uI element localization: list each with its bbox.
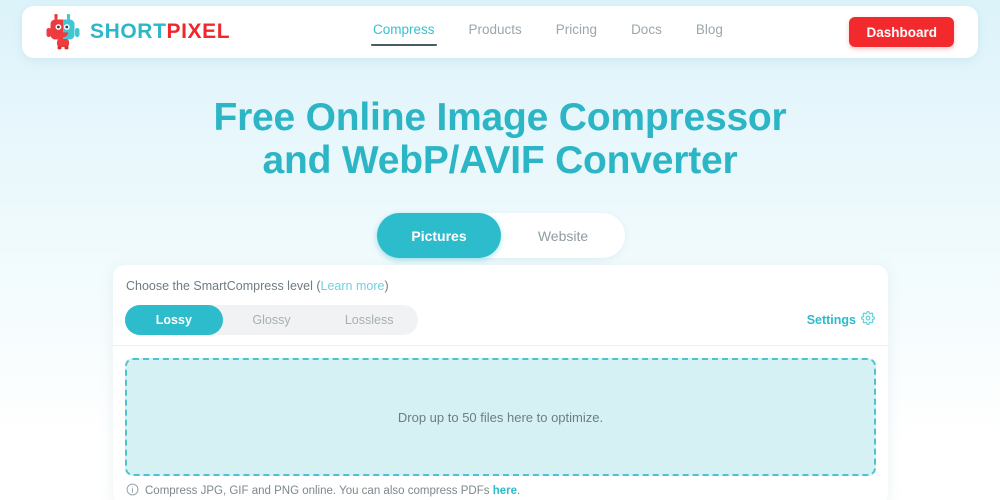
settings-label: Settings <box>806 312 856 327</box>
page-title-line-2: and WebP/AVIF Converter <box>262 139 738 182</box>
main-navigation: Compress Products Pricing Docs Blog <box>371 6 725 58</box>
nav-item-docs[interactable]: Docs <box>629 18 664 46</box>
panel-divider <box>113 345 888 346</box>
info-icon <box>126 483 139 499</box>
file-dropzone[interactable]: Drop up to 50 files here to optimize. <box>125 358 876 476</box>
settings-button[interactable]: Settings <box>807 311 875 328</box>
compress-pdf-link[interactable]: here <box>493 485 517 497</box>
shortpixel-robot-logo-icon <box>46 13 80 50</box>
learn-more-link[interactable]: Learn more <box>321 279 385 293</box>
smartcompress-label: Choose the SmartCompress level (Learn mo… <box>126 279 389 293</box>
dashboard-button[interactable]: Dashboard <box>849 17 954 47</box>
mode-toggle: Pictures Website <box>377 213 625 258</box>
compression-level-tabs: Lossy Glossy Lossless <box>125 305 418 335</box>
page-title: Free Online Image Compressor and WebP/AV… <box>0 96 1000 182</box>
footer-note-prefix: Compress JPG, GIF and PNG online. You ca… <box>145 485 493 497</box>
dropzone-label: Drop up to 50 files here to optimize. <box>397 409 604 425</box>
nav-item-blog[interactable]: Blog <box>694 18 725 46</box>
logo-wordmark: SHORTPIXEL <box>90 20 230 44</box>
level-option-lossy[interactable]: Lossy <box>125 305 223 335</box>
logo-text-short: SHORT <box>90 20 167 43</box>
level-option-lossless[interactable]: Lossless <box>320 305 418 335</box>
tab-pictures[interactable]: Pictures <box>377 213 501 258</box>
smartcompress-label-suffix: ) <box>384 279 389 293</box>
footer-note-suffix: . <box>517 485 521 497</box>
footer-note-text: Compress JPG, GIF and PNG online. You ca… <box>145 485 520 497</box>
compress-panel: Choose the SmartCompress level (Learn mo… <box>113 265 888 500</box>
nav-item-compress[interactable]: Compress <box>371 18 437 46</box>
site-header: SHORTPIXEL Compress Products Pricing Doc… <box>22 6 978 58</box>
smartcompress-label-prefix: Choose the SmartCompress level ( <box>126 279 321 293</box>
logo-link[interactable]: SHORTPIXEL <box>46 13 230 50</box>
page-title-line-1: Free Online Image Compressor <box>213 96 787 139</box>
nav-item-pricing[interactable]: Pricing <box>554 18 599 46</box>
tab-website[interactable]: Website <box>501 213 625 258</box>
gear-icon <box>861 311 875 328</box>
panel-footer-note: Compress JPG, GIF and PNG online. You ca… <box>126 483 520 499</box>
logo-text-pixel: PIXEL <box>166 20 231 43</box>
nav-item-products[interactable]: Products <box>467 18 524 46</box>
level-option-glossy[interactable]: Glossy <box>223 305 321 335</box>
